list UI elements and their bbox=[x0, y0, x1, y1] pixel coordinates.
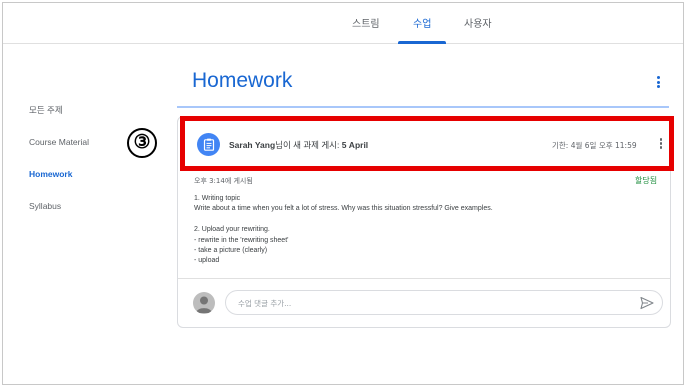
post-action: 님이 새 과제 게시: bbox=[275, 140, 342, 150]
sidebar-item-syllabus[interactable]: Syllabus bbox=[29, 201, 61, 211]
user-avatar-icon bbox=[193, 292, 215, 314]
assignment-instructions: 1. Writing topic Write about a time when… bbox=[194, 195, 493, 265]
comment-placeholder: 수업 댓글 추가... bbox=[238, 299, 292, 308]
sidebar-item-homework[interactable]: Homework bbox=[29, 169, 72, 179]
more-vertical-icon[interactable] bbox=[654, 76, 662, 92]
assignment-icon bbox=[197, 133, 220, 156]
due-date: 기한: 4월 6일 오후 11:59 bbox=[552, 141, 637, 150]
send-icon[interactable] bbox=[640, 296, 654, 310]
post-header-highlight[interactable]: Sarah Yang님이 새 과제 게시: 5 April 기한: 4월 6일 … bbox=[180, 116, 674, 171]
section-divider bbox=[177, 106, 669, 108]
post-topic: 5 April bbox=[341, 140, 369, 150]
card-divider bbox=[178, 278, 670, 279]
sidebar-item-course-material[interactable]: Course Material bbox=[29, 137, 89, 147]
classroom-window: 스트림 수업 사용자 모든 주제 Course Material Homewor… bbox=[2, 2, 684, 385]
tab-people[interactable]: 사용자 bbox=[464, 15, 492, 30]
sidebar-item-all-topics[interactable]: 모든 주제 bbox=[29, 104, 63, 116]
comment-input[interactable]: 수업 댓글 추가... bbox=[225, 290, 663, 315]
active-tab-indicator bbox=[398, 41, 446, 44]
post-title[interactable]: Sarah Yang님이 새 과제 게시: 5 April bbox=[229, 139, 368, 151]
post-more-vertical-icon[interactable] bbox=[658, 138, 664, 152]
tab-stream[interactable]: 스트림 bbox=[352, 15, 380, 30]
post-author: Sarah Yang bbox=[229, 140, 276, 150]
callout-marker: ③ bbox=[127, 128, 157, 158]
section-title: Homework bbox=[192, 69, 293, 92]
top-nav: 스트림 수업 사용자 bbox=[3, 3, 683, 44]
tab-classwork[interactable]: 수업 bbox=[413, 15, 431, 30]
posted-time: 오후 3:14에 게시됨 bbox=[194, 177, 253, 185]
status-badge: 할당됨 bbox=[635, 176, 658, 185]
